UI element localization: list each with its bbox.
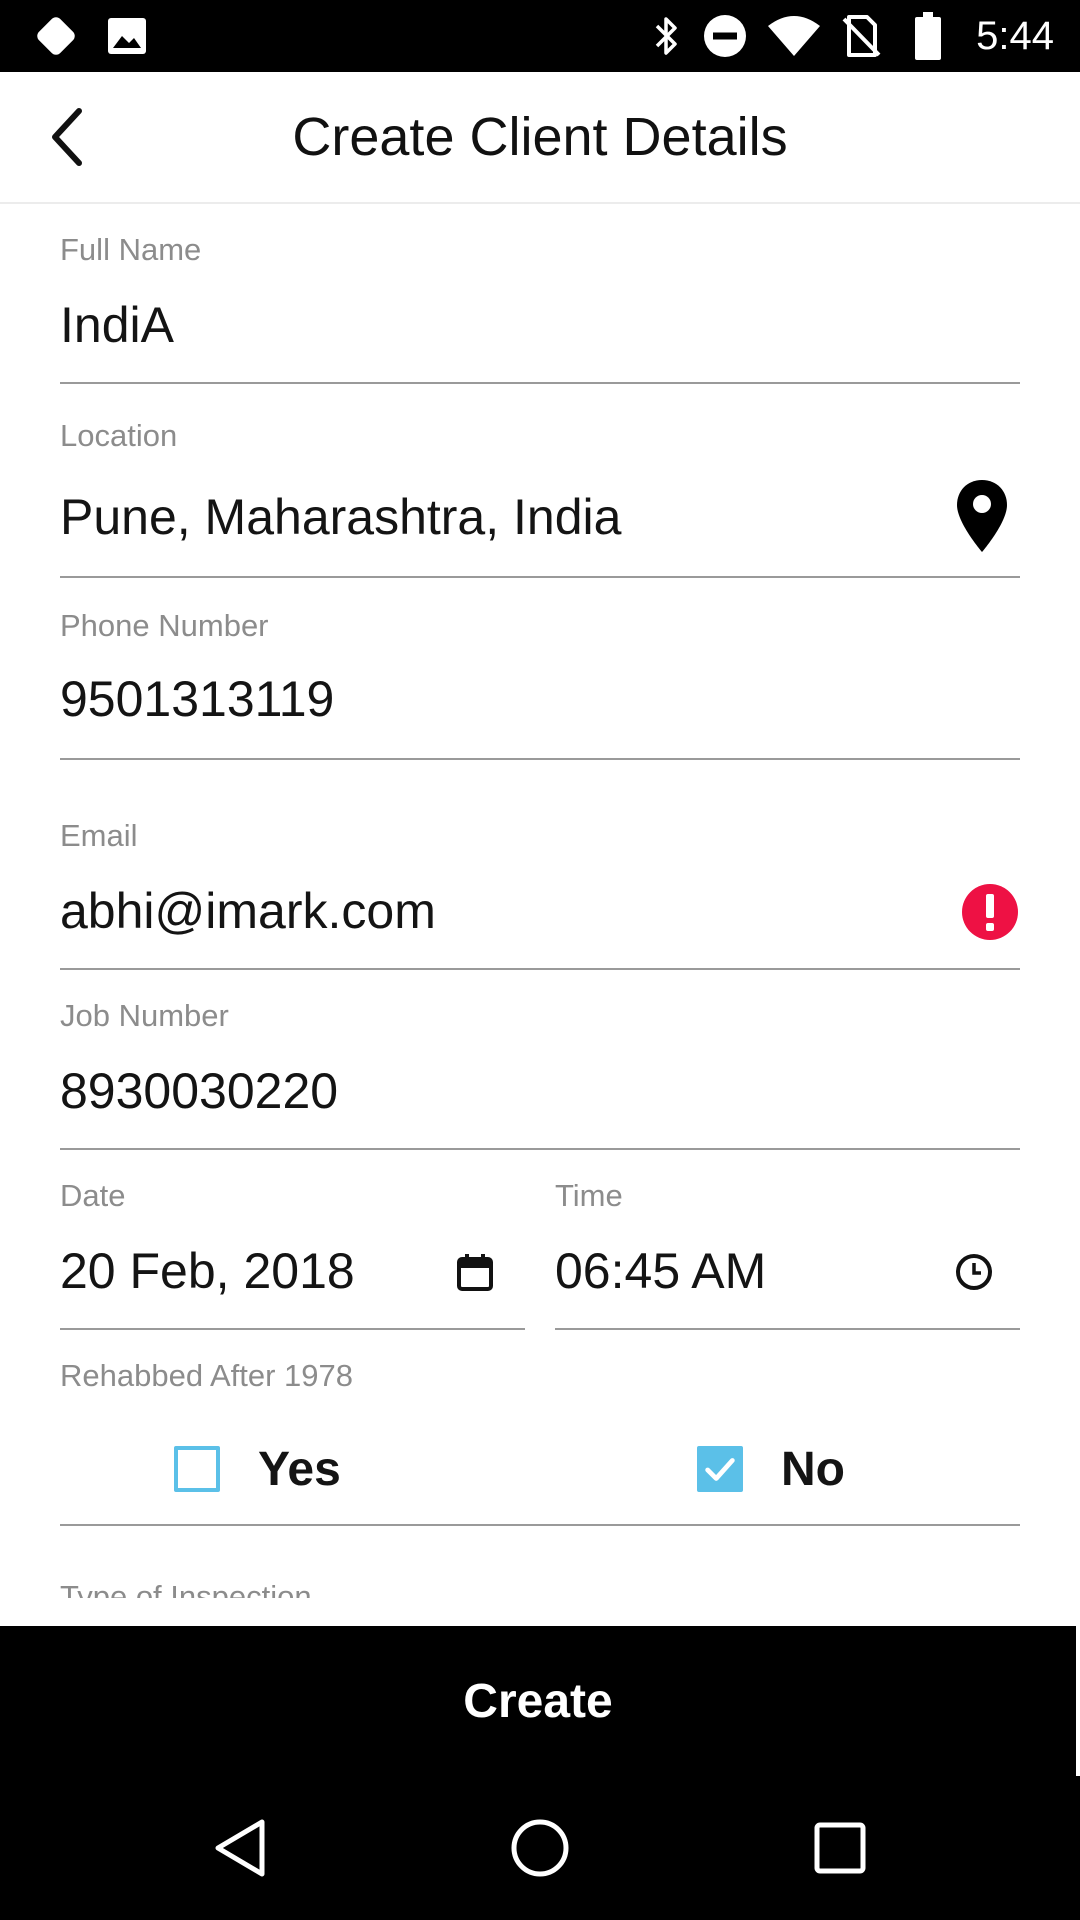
clock-icon[interactable] (954, 1252, 994, 1292)
phone-number-label: Phone Number (60, 608, 269, 643)
wifi-icon (764, 0, 824, 72)
location-pin-icon[interactable] (952, 476, 1012, 556)
chevron-left-icon (52, 108, 82, 166)
status-time: 5:44 (976, 14, 1054, 58)
no-sim-icon (838, 0, 884, 72)
time-label: Time (555, 1178, 623, 1213)
page-title: Create Client Details (292, 107, 788, 167)
back-button[interactable] (30, 100, 104, 174)
create-button[interactable]: Create (0, 1626, 1076, 1776)
error-icon[interactable] (960, 882, 1020, 942)
yes-label: Yes (258, 1442, 341, 1496)
app-header: Create Client Details (0, 72, 1080, 204)
nav-back-button[interactable] (170, 1776, 310, 1920)
no-label: No (781, 1442, 845, 1496)
full-name-input[interactable]: IndiA (60, 296, 174, 354)
date-field[interactable]: Date 20 Feb, 2018 (60, 1170, 525, 1330)
inspection-type-label: Type of Inspection (60, 1579, 312, 1598)
nav-recents-button[interactable] (770, 1776, 910, 1920)
email-input[interactable]: abhi@imark.com (60, 882, 436, 940)
time-input[interactable]: 06:45 AM (555, 1242, 766, 1300)
phone-number-field[interactable]: Phone Number 9501313119 (60, 600, 1020, 760)
rehabbed-after-1978-group: Rehabbed After 1978 Yes No (60, 1340, 1020, 1526)
navigation-bar (0, 1776, 1080, 1920)
rehabbed-yes-option[interactable]: Yes (174, 1434, 341, 1504)
full-name-field[interactable]: Full Name IndiA (60, 224, 1020, 384)
rehabbed-no-option[interactable]: No (697, 1434, 845, 1504)
checkmark-icon (705, 1458, 735, 1481)
phone-number-input[interactable]: 9501313119 (60, 670, 334, 728)
home-circle-icon (511, 1819, 569, 1877)
email-label: Email (60, 818, 138, 853)
do-not-disturb-icon (700, 0, 750, 72)
no-checkbox[interactable] (697, 1446, 743, 1492)
job-number-label: Job Number (60, 998, 229, 1033)
recents-square-icon (814, 1822, 866, 1874)
date-label: Date (60, 1178, 126, 1213)
rehabbed-label: Rehabbed After 1978 (60, 1358, 354, 1393)
date-input[interactable]: 20 Feb, 2018 (60, 1242, 355, 1300)
app-notification-icon (28, 0, 84, 72)
location-input[interactable]: Pune, Maharashtra, India (60, 488, 621, 546)
nav-home-button[interactable] (470, 1776, 610, 1920)
job-number-field[interactable]: Job Number 8930030220 (60, 990, 1020, 1150)
yes-checkbox[interactable] (174, 1446, 220, 1492)
full-name-label: Full Name (60, 232, 202, 267)
status-bar: 5:44 (0, 0, 1080, 72)
location-label: Location (60, 418, 178, 453)
bluetooth-icon (646, 0, 686, 72)
image-notification-icon (104, 0, 150, 72)
battery-icon (910, 0, 946, 72)
time-field[interactable]: Time 06:45 AM (555, 1170, 1020, 1330)
job-number-input[interactable]: 8930030220 (60, 1062, 338, 1120)
location-field[interactable]: Location Pune, Maharashtra, India (60, 410, 1020, 578)
back-triangle-icon (215, 1819, 265, 1877)
calendar-icon[interactable] (455, 1250, 495, 1294)
email-field[interactable]: Email abhi@imark.com (60, 810, 1020, 970)
